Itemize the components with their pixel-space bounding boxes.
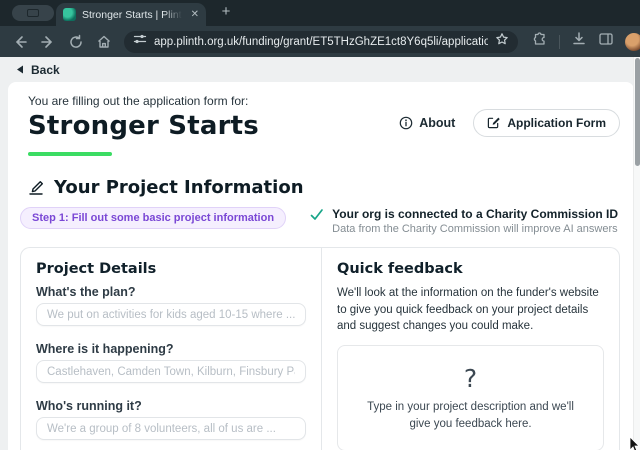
address-bar[interactable]: app.plinth.org.uk/funding/grant/ET5THzGh…	[124, 31, 518, 53]
home-icon[interactable]	[96, 34, 112, 50]
url-text: app.plinth.org.uk/funding/grant/ET5THzGh…	[154, 36, 488, 48]
project-details-title: Project Details	[36, 261, 306, 277]
page-intro: You are filling out the application form…	[28, 94, 259, 108]
section-title: Your Project Information	[54, 177, 304, 198]
extensions-icon[interactable]	[532, 31, 548, 52]
pencil-icon	[28, 180, 44, 196]
feedback-empty-text: Type in your project description and we'…	[356, 399, 585, 431]
browser-tab-stronger-starts[interactable]: Stronger Starts | Plinth AI Gra ✕	[56, 3, 206, 26]
location-input[interactable]	[36, 360, 306, 383]
quick-feedback-panel: Quick feedback We'll look at the informa…	[321, 248, 619, 450]
section-header: Your Project Information	[28, 177, 620, 198]
edit-icon	[487, 116, 500, 129]
window-controls-icon	[27, 9, 39, 17]
site-settings-icon[interactable]	[133, 32, 147, 51]
accent-underline	[28, 152, 112, 156]
toolbar-divider	[559, 35, 560, 49]
field-label-plan: What's the plan?	[36, 285, 306, 299]
browser-toolbar: app.plinth.org.uk/funding/grant/ET5THzGh…	[0, 26, 640, 57]
page-scrollbar[interactable]	[633, 57, 640, 450]
form-panels: Project Details What's the plan? Where i…	[20, 247, 620, 450]
browser-tabstrip: Stronger Starts | Plinth AI Gra ✕ +	[0, 0, 640, 26]
connected-subtitle: Data from the Charity Commission will im…	[332, 223, 618, 235]
header-actions: About Application Form	[399, 109, 620, 137]
download-icon[interactable]	[571, 31, 587, 52]
field-label-who: Who's running it?	[36, 399, 306, 413]
tab-close-icon[interactable]: ✕	[191, 9, 199, 20]
application-page: You are filling out the application form…	[8, 82, 634, 450]
window-controls-pill[interactable]	[12, 5, 54, 21]
toolbar-actions: ⋮	[532, 31, 640, 52]
project-details-panel: Project Details What's the plan? Where i…	[21, 248, 321, 450]
page-viewport: Back You are filling out the application…	[0, 57, 640, 450]
side-panel-icon[interactable]	[598, 31, 614, 52]
profile-avatar[interactable]	[625, 33, 640, 51]
info-icon	[399, 116, 413, 130]
scrollbar-thumb[interactable]	[635, 58, 640, 166]
tab-title: Stronger Starts | Plinth AI Gra	[82, 9, 182, 21]
plan-input[interactable]	[36, 303, 306, 326]
team-input[interactable]	[36, 417, 306, 440]
connected-title: Your org is connected to a Charity Commi…	[332, 207, 618, 221]
check-icon	[309, 207, 324, 222]
quick-feedback-description: We'll look at the information on the fun…	[337, 285, 604, 335]
page-title: Stronger Starts	[28, 111, 259, 141]
feedback-empty-state: ? Type in your project description and w…	[337, 345, 604, 450]
forward-nav-icon[interactable]	[40, 34, 56, 50]
plinth-favicon	[63, 8, 76, 21]
question-mark-icon: ?	[464, 364, 477, 393]
application-form-button[interactable]: Application Form	[473, 109, 620, 137]
quick-feedback-title: Quick feedback	[337, 261, 604, 277]
step-badge: Step 1: Fill out some basic project info…	[20, 207, 286, 229]
about-button[interactable]: About	[399, 116, 455, 130]
charity-connected-status: Your org is connected to a Charity Commi…	[309, 207, 618, 235]
mouse-cursor	[629, 437, 640, 450]
back-nav-icon[interactable]	[12, 34, 28, 50]
screenshot: Stronger Starts | Plinth AI Gra ✕ + app.…	[0, 0, 640, 450]
new-tab-button[interactable]: +	[216, 2, 236, 22]
bookmark-star-icon[interactable]	[495, 32, 509, 51]
back-triangle-icon	[16, 65, 24, 74]
back-button[interactable]: Back	[0, 57, 640, 82]
field-label-where: Where is it happening?	[36, 342, 306, 356]
reload-icon[interactable]	[68, 34, 84, 50]
